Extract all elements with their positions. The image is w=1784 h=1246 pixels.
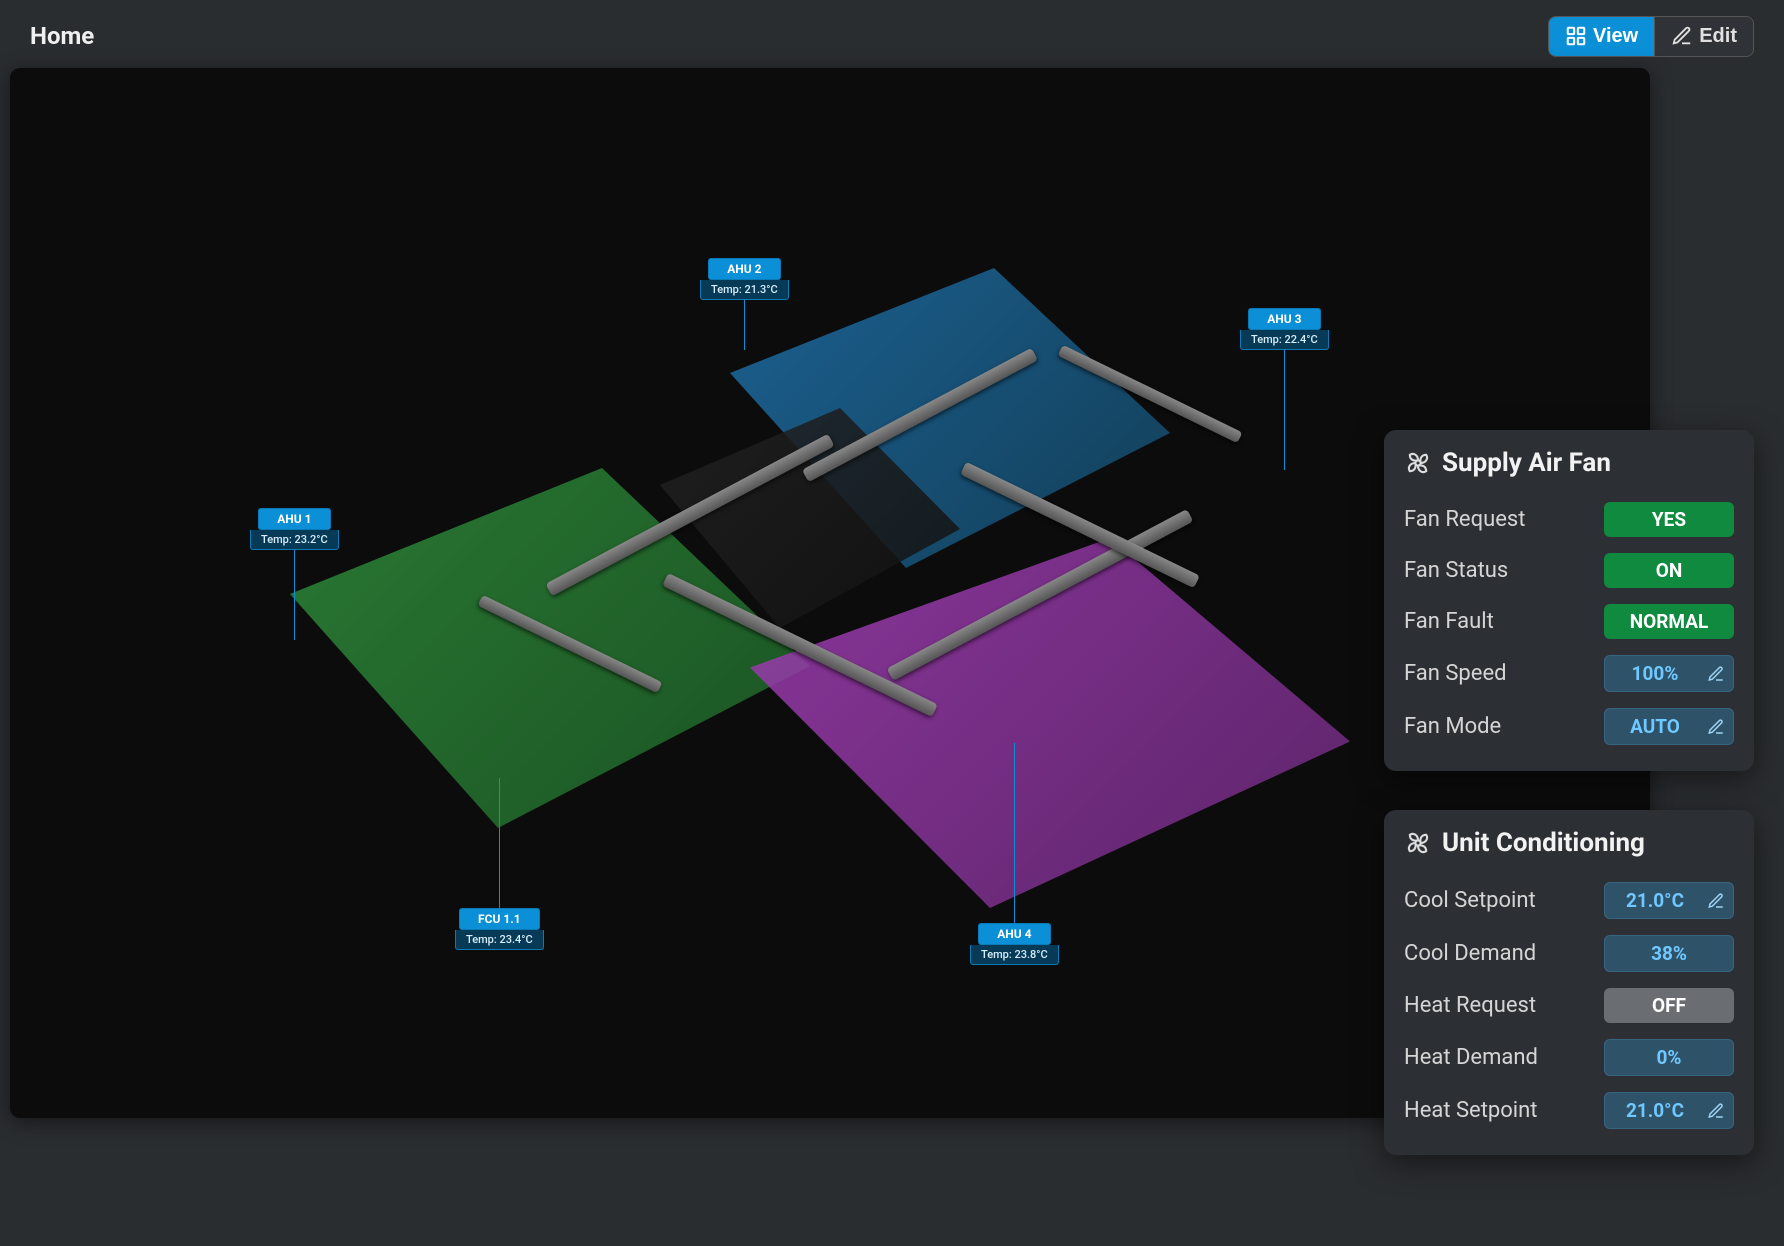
panel-row: Cool Demand 38%: [1404, 927, 1734, 980]
unit-tag[interactable]: AHU 3: [1248, 308, 1320, 330]
row-value-text: 21.0°C: [1626, 889, 1684, 912]
edit-button[interactable]: Edit: [1654, 17, 1753, 56]
row-label: Fan Status: [1404, 558, 1508, 583]
row-value-text: NORMAL: [1630, 610, 1709, 633]
row-value: OFF: [1604, 988, 1734, 1023]
unit-temp: Temp: 23.8°C: [970, 945, 1059, 965]
page-title: Home: [30, 22, 94, 50]
panel-row: Fan Status ON: [1404, 545, 1734, 596]
callout-line: [499, 778, 500, 908]
panel-row: Fan Fault NORMAL: [1404, 596, 1734, 647]
unit-tag[interactable]: AHU 2: [708, 258, 780, 280]
unit-callout-ahu4[interactable]: AHU 4Temp: 23.8°C: [970, 743, 1059, 965]
pencil-icon[interactable]: [1707, 718, 1725, 736]
row-label: Heat Request: [1404, 993, 1536, 1018]
panel-header: Supply Air Fan: [1404, 448, 1734, 478]
row-value-text: OFF: [1652, 994, 1686, 1017]
topbar: Home View Edit: [0, 0, 1784, 64]
panel-row: Heat Setpoint 21.0°C: [1404, 1084, 1734, 1137]
unit-conditioning-panel: Unit Conditioning Cool Setpoint21.0°CCoo…: [1384, 810, 1754, 1155]
unit-callout-fcu11[interactable]: FCU 1.1Temp: 23.4°C: [455, 778, 544, 950]
row-value[interactable]: 100%: [1604, 655, 1734, 692]
panel-row: Fan Mode AUTO: [1404, 700, 1734, 753]
row-value-text: AUTO: [1630, 715, 1680, 738]
callout-line: [1014, 743, 1015, 923]
row-value-text: 100%: [1632, 662, 1679, 685]
pencil-icon: [1671, 25, 1693, 47]
pencil-icon[interactable]: [1707, 665, 1725, 683]
panel-row: Fan Speed 100%: [1404, 647, 1734, 700]
view-button[interactable]: View: [1549, 17, 1654, 56]
panel-row: Fan Request YES: [1404, 494, 1734, 545]
callout-line: [294, 550, 295, 640]
row-value: 38%: [1604, 935, 1734, 972]
row-label: Cool Setpoint: [1404, 888, 1536, 913]
unit-temp: Temp: 23.2°C: [250, 530, 339, 550]
unit-tag[interactable]: AHU 4: [978, 923, 1050, 945]
unit-callout-ahu1[interactable]: AHU 1Temp: 23.2°C: [250, 508, 339, 640]
row-label: Fan Fault: [1404, 609, 1494, 634]
unit-tag[interactable]: AHU 1: [258, 508, 330, 530]
supply-air-fan-panel: Supply Air Fan Fan Request YES Fan Status O…: [1384, 430, 1754, 771]
unit-temp: Temp: 22.4°C: [1240, 330, 1329, 350]
unit-callout-ahu3[interactable]: AHU 3Temp: 22.4°C: [1240, 308, 1329, 470]
row-label: Heat Setpoint: [1404, 1098, 1538, 1123]
view-edit-toggle: View Edit: [1548, 16, 1754, 57]
row-value-text: 0%: [1657, 1046, 1682, 1069]
panel-row: Heat Demand 0%: [1404, 1031, 1734, 1084]
row-value: 0%: [1604, 1039, 1734, 1076]
row-value: YES: [1604, 502, 1734, 537]
row-value-text: 38%: [1651, 942, 1687, 965]
panel-title: Supply Air Fan: [1442, 448, 1611, 478]
row-value-text: 21.0°C: [1626, 1099, 1684, 1122]
pencil-icon[interactable]: [1707, 892, 1725, 910]
row-value-text: YES: [1652, 508, 1686, 531]
row-label: Cool Demand: [1404, 941, 1536, 966]
unit-temp: Temp: 23.4°C: [455, 930, 544, 950]
panel-row: Cool Setpoint 21.0°C: [1404, 874, 1734, 927]
edit-button-label: Edit: [1699, 25, 1737, 48]
row-label: Fan Request: [1404, 507, 1525, 532]
panel-header: Unit Conditioning: [1404, 828, 1734, 858]
callout-line: [1284, 350, 1285, 470]
grid-icon: [1565, 25, 1587, 47]
row-value-text: ON: [1656, 559, 1683, 582]
unit-temp: Temp: 21.3°C: [700, 280, 789, 300]
view-button-label: View: [1593, 25, 1638, 48]
row-value: ON: [1604, 553, 1734, 588]
fan-icon: [1404, 449, 1432, 477]
pencil-icon[interactable]: [1707, 1102, 1725, 1120]
row-value[interactable]: 21.0°C: [1604, 882, 1734, 919]
unit-tag[interactable]: FCU 1.1: [459, 908, 540, 930]
row-value[interactable]: AUTO: [1604, 708, 1734, 745]
panel-row: Heat Request OFF: [1404, 980, 1734, 1031]
row-label: Heat Demand: [1404, 1045, 1538, 1070]
callout-line: [744, 300, 745, 350]
unit-callout-ahu2[interactable]: AHU 2Temp: 21.3°C: [700, 258, 789, 350]
row-value[interactable]: 21.0°C: [1604, 1092, 1734, 1129]
row-label: Fan Speed: [1404, 661, 1507, 686]
panel-title: Unit Conditioning: [1442, 828, 1645, 858]
fan-icon: [1404, 829, 1432, 857]
row-value: NORMAL: [1604, 604, 1734, 639]
row-label: Fan Mode: [1404, 714, 1501, 739]
